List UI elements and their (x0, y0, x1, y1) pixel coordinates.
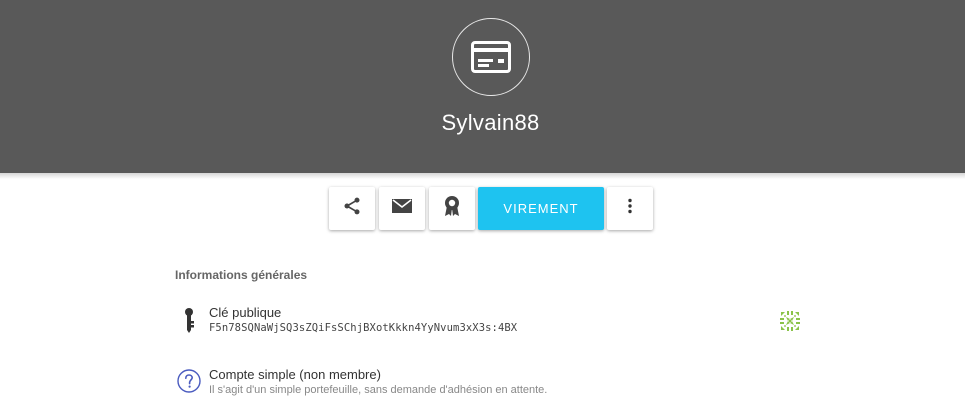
transfer-button[interactable]: VIREMENT (478, 187, 604, 230)
section-title-general: Informations générales (175, 268, 308, 282)
help-circle-icon (177, 369, 201, 398)
more-options-button[interactable] (607, 187, 653, 230)
identicon (779, 310, 801, 337)
more-vertical-icon (627, 198, 633, 219)
header-shadow (0, 173, 965, 179)
profile-name: Sylvain88 (441, 110, 540, 135)
pubkey-value[interactable]: F5n78SQNaWjSQ3sZQiFsSChjBXotKkkn4YyNvum3… (209, 322, 517, 334)
account-type-description: Il s'agit d'un simple portefeuille, sans… (209, 384, 548, 396)
certify-button[interactable] (429, 187, 475, 230)
profile-header: Sylvain88 (0, 0, 965, 173)
wallet-card-icon (471, 41, 511, 73)
account-type-label: Compte simple (non membre) (209, 367, 381, 382)
pubkey-label: Clé publique (209, 305, 282, 320)
share-button[interactable] (329, 187, 375, 230)
mail-icon (392, 198, 412, 219)
avatar (452, 18, 530, 96)
certification-ribbon-icon (443, 195, 461, 222)
message-button[interactable] (379, 187, 425, 230)
share-icon (342, 196, 362, 221)
key-icon (182, 307, 196, 340)
